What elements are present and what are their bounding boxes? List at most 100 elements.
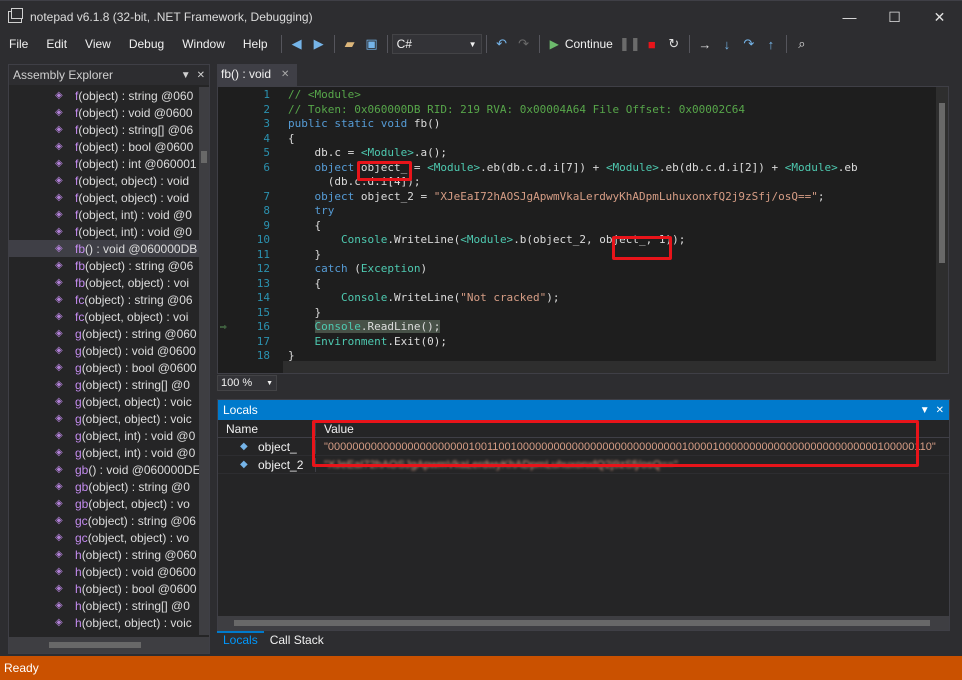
forward-icon[interactable]: ▶ (308, 33, 330, 55)
search-icon[interactable]: ⌕ (791, 33, 813, 55)
tree-item[interactable]: ◈ f (object) : int @060001 (9, 155, 201, 172)
code-line: 12 catch (Exception) (256, 262, 428, 275)
code-line: 6 object object_ = <Module>.eb(db.c.d.i[… (263, 160, 858, 174)
dropdown-icon[interactable]: ▼ (181, 70, 191, 81)
tree-item[interactable]: ◈ g (object, object) : voic (9, 393, 201, 410)
code-line: 13 { (256, 276, 322, 290)
tree-item[interactable]: ◈ g (object, object) : voic (9, 410, 201, 427)
undo-icon[interactable]: ↶ (491, 33, 513, 55)
locals-row[interactable]: ◆ object_2 "XJeEaI72hAOSJgApwmVkaLerdwyKh… (218, 456, 949, 474)
zoom-select[interactable]: 100 % ▼ (217, 375, 277, 391)
open-folder-icon[interactable]: ▰ (339, 33, 361, 55)
language-select[interactable]: C# ▼ (391, 34, 482, 54)
close-button[interactable]: ✕ (917, 1, 962, 33)
tree-item[interactable]: ◈ gc (object) : string @06 (9, 512, 201, 529)
restart-icon[interactable]: ↻ (663, 33, 685, 55)
tree-item[interactable]: ◈ gb (object) : string @0 (9, 478, 201, 495)
menu-window[interactable]: Window (173, 34, 234, 54)
tree-item[interactable]: ◈ gb (object, object) : vo (9, 495, 201, 512)
step-over-icon[interactable]: ↷ (738, 33, 760, 55)
code-line: 14 Console.WriteLine("Not cracked"); (256, 291, 560, 304)
tree-item[interactable]: ◈ h (object) : string @060 (9, 546, 201, 563)
method-signature: (object) : void @0600 (81, 343, 196, 358)
tree-item[interactable]: ◈ f (object) : bool @0600 (9, 138, 201, 155)
tree-item[interactable]: ◈ h (object) : bool @0600 (9, 580, 201, 597)
method-icon: ◈ (55, 123, 63, 135)
show-next-statement-icon[interactable]: → (694, 33, 716, 55)
step-out-icon[interactable]: ↑ (760, 33, 782, 55)
pause-icon[interactable]: ❚❚ (619, 33, 641, 55)
tree-item[interactable]: ◈ h (object) : void @0600 (9, 563, 201, 580)
tree-item[interactable]: ◈ fb (object) : string @06 (9, 257, 201, 274)
method-name: h (75, 598, 82, 613)
method-icon: ◈ (55, 106, 63, 118)
redo-icon[interactable]: ↷ (513, 33, 535, 55)
local-variable-icon: ◆ (240, 440, 248, 452)
locals-row[interactable]: ◆ object_ "000000000000000000000001001100… (218, 438, 949, 456)
method-signature: (object) : string @06 (85, 258, 194, 273)
menu-debug[interactable]: Debug (120, 34, 173, 54)
tree-item[interactable]: ◈ f (object, int) : void @0 (9, 206, 201, 223)
method-signature: (object, object) : voi (84, 309, 189, 324)
locals-horizontal-scrollbar[interactable] (218, 616, 949, 630)
code-line: 1// <Module> (263, 88, 361, 101)
method-icon: ◈ (55, 344, 63, 356)
assembly-tree-vertical-scrollbar[interactable] (199, 87, 209, 635)
column-header-value[interactable]: Value (316, 422, 354, 436)
close-icon[interactable]: ✕ (281, 69, 289, 80)
tree-item[interactable]: ◈ gb() : void @060000DE (9, 461, 201, 478)
tree-item[interactable]: ◈ f (object, object) : void (9, 172, 201, 189)
save-all-icon[interactable]: ▣ (361, 33, 383, 55)
step-into-icon[interactable]: ↓ (716, 33, 738, 55)
method-signature: (object, int) : void @0 (81, 445, 196, 460)
dropdown-icon[interactable]: ▼ (920, 405, 930, 416)
menu-view[interactable]: View (76, 34, 120, 54)
tree-item[interactable]: ◈ fc (object) : string @06 (9, 291, 201, 308)
method-signature: (object, object) : void (78, 173, 190, 188)
code-line: 10 Console.WriteLine(<Module>.b(object_2… (256, 233, 686, 246)
status-bar: Ready (0, 656, 962, 680)
method-icon: ◈ (55, 446, 63, 458)
tree-item[interactable]: ◈ g (object, int) : void @0 (9, 444, 201, 461)
menu-file[interactable]: File (0, 34, 37, 54)
tab-fb-void[interactable]: fb() : void ✕ (217, 64, 297, 86)
tree-item[interactable]: ◈ fb() : void @060000DB (9, 240, 201, 257)
tree-item[interactable]: ◈ f (object, object) : void (9, 189, 201, 206)
close-icon[interactable]: ✕ (197, 70, 205, 81)
code-editor[interactable]: 1// <Module> 2// Token: 0x060000DB RID: … (217, 86, 949, 374)
editor-horizontal-scrollbar[interactable] (283, 361, 938, 373)
menu-help[interactable]: Help (234, 34, 277, 54)
back-icon[interactable]: ◀ (286, 33, 308, 55)
tree-item[interactable]: ◈ h (object, object) : voic (9, 614, 201, 631)
tab-locals[interactable]: Locals (217, 631, 264, 649)
tab-call-stack[interactable]: Call Stack (264, 631, 330, 649)
tree-item[interactable]: ◈ f (object, int) : void @0 (9, 223, 201, 240)
assembly-tree-horizontal-scrollbar[interactable] (9, 637, 209, 653)
method-icon: ◈ (55, 310, 63, 322)
tree-item[interactable]: ◈ g (object) : bool @0600 (9, 359, 201, 376)
method-signature: (object, int) : void @0 (78, 207, 192, 222)
tree-item[interactable]: ◈ gc (object, object) : vo (9, 529, 201, 546)
tree-item[interactable]: ◈ h (object) : string[] @0 (9, 597, 201, 614)
editor-vertical-scrollbar[interactable] (936, 87, 948, 373)
method-icon: ◈ (55, 225, 63, 237)
tree-item[interactable]: ◈ fc (object, object) : voi (9, 308, 201, 325)
tree-item[interactable]: ◈ g (object) : string[] @0 (9, 376, 201, 393)
close-icon[interactable]: ✕ (936, 405, 944, 416)
method-signature: (object) : void @0600 (81, 564, 196, 579)
menu-edit[interactable]: Edit (37, 34, 76, 54)
stop-icon[interactable]: ■ (641, 33, 663, 55)
tree-item[interactable]: ◈ fb (object, object) : voi (9, 274, 201, 291)
tree-item[interactable]: ◈ g (object, int) : void @0 (9, 427, 201, 444)
maximize-button[interactable]: ☐ (872, 1, 917, 33)
column-header-name[interactable]: Name (218, 421, 316, 436)
continue-button[interactable]: ▶ Continue (544, 37, 619, 51)
tree-item[interactable]: ◈ g (object) : void @0600 (9, 342, 201, 359)
tree-item[interactable]: ◈ g (object) : string @060 (9, 325, 201, 342)
editor-tab-label: fb() : void (221, 67, 272, 81)
tree-item[interactable]: ◈ f (object) : string[] @06 (9, 121, 201, 138)
tree-item[interactable]: ◈ f (object) : void @0600 (9, 104, 201, 121)
minimize-button[interactable]: — (827, 1, 872, 33)
method-signature: (object, object) : voic (81, 615, 192, 630)
tree-item[interactable]: ◈ f (object) : string @060 (9, 87, 201, 104)
